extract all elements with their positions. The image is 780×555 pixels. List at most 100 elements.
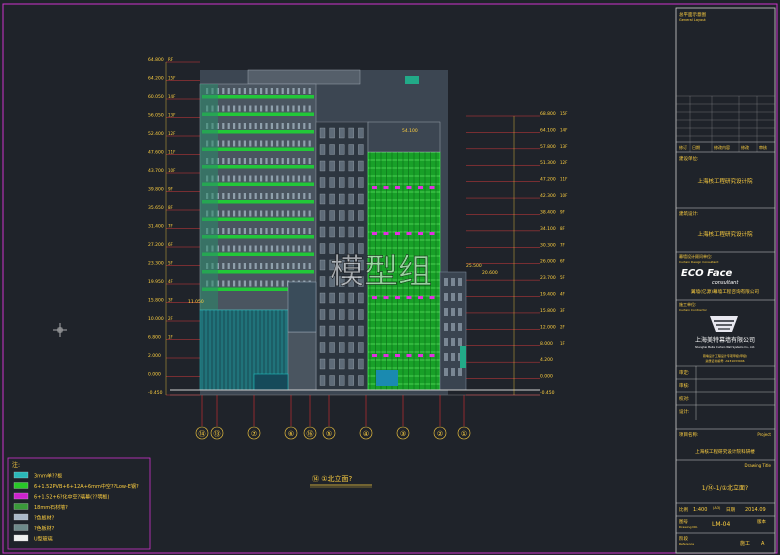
grid-axes: ⑭⑬ ⑦ ⑥ ⑯ ⑤ ④ ③ ② ①	[195, 395, 471, 440]
mullion-window	[243, 245, 246, 252]
annex-window	[458, 323, 462, 331]
contractor-qual-1: 幕墙设计工程设计专项甲级(甲级)	[703, 353, 747, 358]
axis-label: ①	[461, 430, 467, 438]
legend-swatch	[13, 492, 29, 500]
drawing-no-sub: Drawing NO.	[679, 525, 698, 529]
magenta-panel	[406, 232, 412, 235]
mullion-window	[303, 123, 306, 129]
center-window	[348, 144, 354, 155]
date-label: 日期	[726, 507, 735, 513]
center-window	[319, 309, 326, 320]
mullion-window	[292, 175, 295, 182]
mullion-window	[265, 193, 268, 199]
mullion-window	[287, 88, 290, 94]
mullion-window	[254, 105, 257, 112]
center-window	[358, 144, 364, 155]
mullion-window	[227, 245, 230, 252]
center-window	[358, 226, 364, 238]
center-window	[329, 226, 335, 238]
stage-value: 施工	[740, 540, 750, 547]
title-block: 总平面示意图 General Layout 修订 日期 修改内容 修改 审核 建设单位:…	[675, 7, 776, 554]
center-window	[348, 292, 354, 304]
legend-swatch	[13, 534, 29, 542]
mullion-window	[233, 228, 236, 234]
mullion-window	[260, 105, 263, 112]
mullion-window	[292, 123, 295, 129]
mullion-window	[249, 280, 252, 287]
glass-band	[202, 95, 314, 99]
center-window	[358, 325, 364, 337]
mullion-window	[265, 140, 268, 147]
mullion-window	[297, 105, 300, 112]
mullion-window	[287, 105, 290, 112]
mullion-window	[308, 245, 311, 252]
mullion-window	[227, 88, 230, 94]
legend-item-label: 6+1.52+6?化中空?璃幕(??明板)	[34, 494, 109, 501]
podium-core	[287, 331, 317, 391]
mullion-window	[276, 88, 279, 94]
level-elev-right: 15.800	[540, 308, 556, 314]
level-floor-right: 11F	[560, 177, 568, 182]
level-elev-right: 34.100	[540, 226, 556, 232]
mullion-window	[276, 158, 279, 164]
mullion-window	[276, 228, 279, 234]
mullion-window	[292, 210, 295, 217]
level-elev-right: 42.300	[540, 193, 556, 199]
mullion-window	[287, 175, 290, 182]
annex-window	[458, 338, 462, 346]
mullion-window	[292, 140, 295, 147]
paper-size: (A3)	[713, 506, 721, 510]
annex-window	[444, 368, 448, 376]
mullion-window	[297, 140, 300, 147]
mullion-window	[249, 263, 252, 269]
center-window	[358, 127, 364, 139]
level-floor-left: RF	[168, 57, 174, 62]
mullion-window	[308, 263, 311, 269]
revision-header: 修改内容	[714, 144, 730, 150]
center-window	[358, 292, 364, 304]
mullion-window	[292, 193, 295, 199]
magenta-panel	[418, 232, 423, 235]
mullion-window	[222, 245, 225, 252]
consultant-sub: Curtain Design Consultant	[679, 260, 719, 264]
mullion-window	[276, 123, 279, 129]
legend-swatch	[13, 482, 29, 489]
mullion-window	[281, 123, 284, 129]
client-name: 上海核工程研究设计院	[697, 177, 753, 185]
level-elev-left: 52.400	[148, 131, 164, 137]
mullion-window	[276, 105, 279, 112]
center-window	[348, 177, 354, 188]
annex-window	[451, 308, 455, 316]
level-floor-right: 2F	[560, 324, 566, 329]
mullion-window	[227, 193, 230, 199]
mullion-window	[222, 210, 225, 217]
mullion-window	[254, 263, 257, 269]
mullion-window	[270, 210, 273, 217]
center-window	[348, 160, 354, 172]
level-elev-right: 30.300	[540, 242, 556, 248]
mullion-window	[270, 88, 273, 94]
mullion-window	[238, 140, 241, 147]
mullion-window	[233, 158, 236, 164]
magenta-panel	[383, 186, 389, 189]
mullion-window	[243, 123, 246, 129]
stage-label: 阶段	[679, 535, 688, 542]
mullion-window	[254, 210, 257, 217]
level-elev-left: 6.800	[148, 335, 161, 341]
mullion-window	[227, 123, 230, 129]
center-window	[329, 325, 335, 337]
mullion-window	[222, 105, 225, 112]
lobby-glass	[376, 370, 398, 386]
mullion-window	[249, 158, 252, 164]
annex-window	[444, 353, 448, 361]
legend-item-label: 18mm石材墙?	[34, 504, 68, 511]
level-elev-left: 47.600	[148, 150, 164, 156]
mullion-window	[292, 263, 295, 269]
roof-plant	[247, 69, 361, 85]
annex-window	[444, 308, 448, 316]
mullion-window	[243, 210, 246, 217]
mullion-window	[260, 228, 263, 234]
mullion-window	[243, 228, 246, 234]
level-elev-right: 47.200	[540, 177, 556, 183]
legend-title: 注:	[12, 461, 20, 469]
